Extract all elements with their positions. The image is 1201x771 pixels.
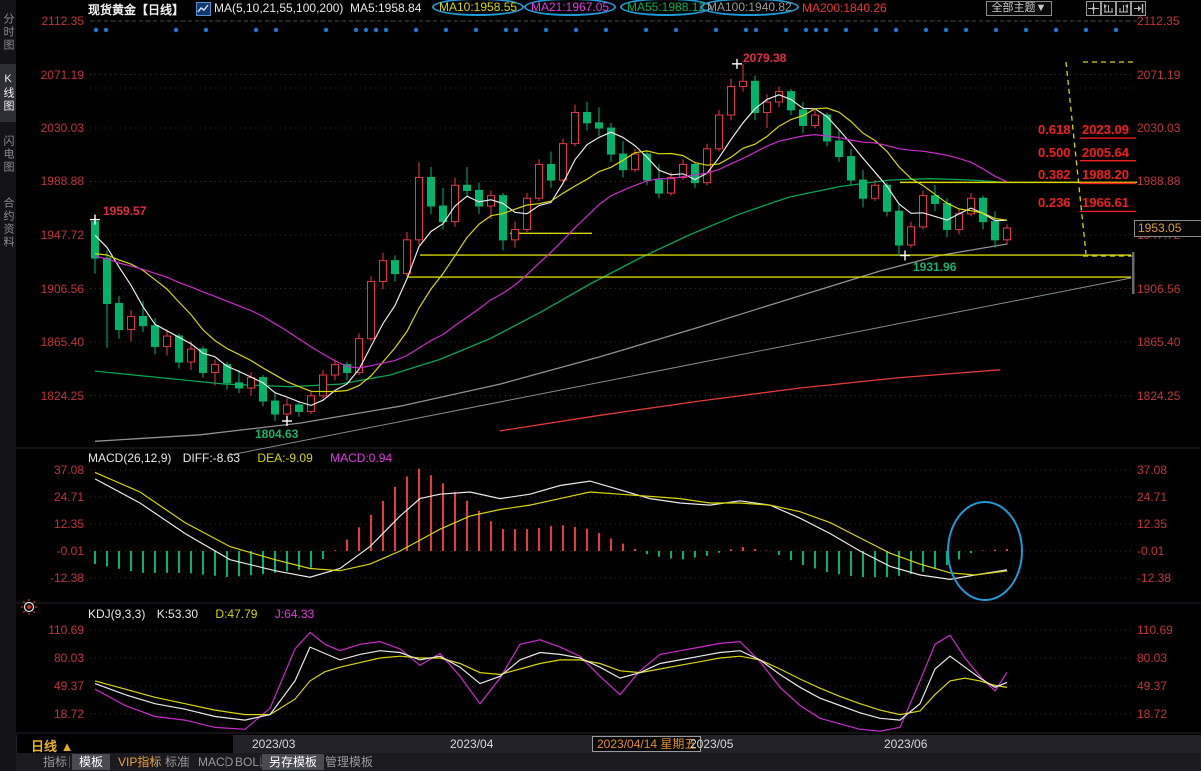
- event-markers: [94, 28, 1118, 32]
- price-axis-label: 1865.40: [28, 335, 84, 349]
- macd-lines: [95, 472, 1007, 579]
- macd-axis-label: -0.01: [28, 544, 84, 558]
- date-tick-label: 2023/05: [690, 737, 733, 751]
- fit-right-icon[interactable]: [1116, 1, 1131, 16]
- tab-save-template[interactable]: 另存模板: [262, 754, 324, 770]
- tab-manage-templates[interactable]: 管理模板: [318, 754, 380, 770]
- indicator-settings-icon: [21, 599, 37, 615]
- chart-header: 现货黄金【日线】 MA(5,10,21,55,100,200) MA5:1958…: [0, 0, 1201, 17]
- price-axis-label: 2030.03: [28, 121, 84, 135]
- macd-dea-value: DEA:-9.09: [257, 451, 312, 465]
- macd-diff-value: DIFF:-8.63: [183, 451, 240, 465]
- kdj-axis-label: 110.69: [1137, 623, 1173, 637]
- kdj-d-value: D:47.79: [215, 607, 257, 621]
- macd-axis-label: 12.35: [1137, 517, 1167, 531]
- macd-params-label: MACD(26,12,9): [88, 451, 171, 465]
- kdj-params-label: KDJ(9,3,3): [88, 607, 145, 621]
- macd-highlight-circle: [947, 501, 1023, 601]
- ma-settings-label: MA(5,10,21,55,100,200): [214, 1, 343, 15]
- macd-macd-value: MACD:0.94: [330, 451, 392, 465]
- macd-axis-label: -12.38: [1137, 571, 1171, 585]
- date-tick-label: 2023/03: [252, 737, 295, 751]
- macd-axis-label: 24.71: [28, 490, 84, 504]
- fib-ratio-label: 0.618: [1038, 122, 1071, 137]
- price-axis-label: 2071.19: [28, 68, 84, 82]
- kdj-axis-label: 18.72: [28, 707, 84, 721]
- sidebar-tab-time-chart[interactable]: 分时图: [0, 4, 16, 60]
- ma-lines: [95, 95, 1007, 406]
- kdj-axis-label: 18.72: [1137, 707, 1167, 721]
- fib-ratio-label: 0.382: [1038, 167, 1071, 182]
- price-marker-label: 1931.96: [913, 260, 956, 274]
- ma-value-3: MA55:1988.12: [620, 0, 712, 16]
- kdj-axis-label: 80.03: [1137, 651, 1167, 665]
- macd-histogram: [95, 469, 1007, 578]
- kdj-axis-label: 49.37: [28, 679, 84, 693]
- period-label: 日线: [31, 739, 57, 754]
- kdj-k-value: K:53.30: [157, 607, 198, 621]
- macd-axis-label: -12.38: [28, 571, 84, 585]
- macd-axis-label: 24.71: [1137, 490, 1167, 504]
- chart-type-sidebar: 分时图 K线图 闪电图 合约资料: [0, 0, 16, 771]
- fit-left-icon[interactable]: [1101, 1, 1116, 16]
- ma-value-5: MA200:1840.26: [802, 1, 887, 15]
- kdj-axis-label: 80.03: [28, 651, 84, 665]
- price-marker-label: 1804.63: [255, 427, 298, 441]
- instrument-title: 现货黄金【日线】: [88, 1, 184, 18]
- fib-price-label: 1966.61: [1082, 195, 1129, 210]
- theme-selector-button[interactable]: 全部主题▼: [986, 1, 1052, 16]
- sidebar-tab-flash-chart[interactable]: 闪电图: [0, 126, 16, 182]
- macd-axis-label: -0.01: [1137, 544, 1164, 558]
- sidebar-tab-candle-chart[interactable]: K线图: [0, 64, 16, 122]
- date-tick-label: 2023/04: [450, 737, 493, 751]
- period-arrow-icon: ▲: [61, 739, 74, 754]
- ma-value-4: MA100:1940.82: [700, 0, 799, 16]
- fib-price-label: 2005.64: [1082, 145, 1129, 160]
- sidebar-tab-contract-info[interactable]: 合约资料: [0, 186, 16, 260]
- ma-value-1: MA10:1958.55: [432, 0, 524, 16]
- crosshair-date-badge: 2023/04/14 星期五: [592, 736, 701, 752]
- price-marker-label: 1959.57: [103, 204, 146, 218]
- timeline-bar: 日线 ▲ 2023/04/14 星期五 2023/03 2023/04 2023/0…: [16, 735, 1201, 753]
- last-price-badge: 1953.05: [1134, 220, 1201, 237]
- kdj-lines: [95, 633, 1007, 732]
- price-axis-label: 1988.88: [1137, 174, 1180, 188]
- ma-value-0: MA5:1958.84: [350, 1, 421, 15]
- tab-templates[interactable]: 模板: [72, 754, 110, 770]
- kdj-j-value: J:64.33: [275, 607, 314, 621]
- price-axis-label: 1947.72: [28, 228, 84, 242]
- price-axis-label: 1906.56: [1137, 282, 1180, 296]
- kdj-header: KDJ(9,3,3) K:53.30 D:47.79 J:64.33: [88, 607, 314, 621]
- price-axis-label: 2071.19: [1137, 68, 1180, 82]
- fib-price-label: 2023.09: [1082, 122, 1129, 137]
- macd-axis-label: 12.35: [28, 517, 84, 531]
- fib-price-label: 1988.20: [1082, 167, 1129, 182]
- kdj-axis-label: 49.37: [1137, 679, 1167, 693]
- fib-ratio-label: 0.500: [1038, 145, 1071, 160]
- go-end-icon[interactable]: [1131, 1, 1146, 16]
- overlay-lines: [95, 179, 1131, 455]
- line-chart-icon: [196, 2, 211, 16]
- indicator-tab-bar: 指标 模板 VIP指标 标准 MACD BOLL 另存模板 管理模板: [16, 753, 1201, 771]
- crosshair-pan-icon[interactable]: [1086, 1, 1101, 16]
- price-axis-label: 1824.25: [28, 389, 84, 403]
- price-marker-label: 2079.38: [743, 51, 786, 65]
- pane-separators: [16, 448, 1201, 733]
- price-axis-label: 1988.88: [28, 174, 84, 188]
- chart-canvas: [0, 0, 1201, 771]
- fib-ratio-label: 0.236: [1038, 195, 1071, 210]
- price-axis-label: 1824.25: [1137, 389, 1180, 403]
- price-axis-label: 1865.40: [1137, 335, 1180, 349]
- trading-app-window: 现货黄金【日线】 MA(5,10,21,55,100,200) MA5:1958…: [0, 0, 1201, 771]
- ma-value-2: MA21:1967.05: [524, 0, 616, 16]
- price-axis-label: 2030.03: [1137, 121, 1180, 135]
- macd-axis-label: 37.08: [28, 463, 84, 477]
- date-tick-label: 2023/06: [884, 737, 927, 751]
- kdj-axis-label: 110.69: [28, 623, 84, 637]
- mini-scrollbar[interactable]: [1132, 252, 1135, 294]
- macd-axis-label: 37.08: [1137, 463, 1167, 477]
- price-axis-label: 1906.56: [28, 282, 84, 296]
- period-zone: 日线 ▲: [17, 735, 233, 753]
- macd-header: MACD(26,12,9) DIFF:-8.63 DEA:-9.09 MACD:…: [88, 451, 392, 465]
